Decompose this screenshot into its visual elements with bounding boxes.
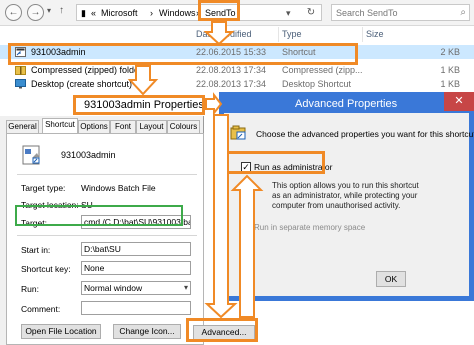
- target-type-label: Target type:: [21, 183, 66, 193]
- tab-general[interactable]: General: [6, 120, 39, 133]
- open-file-location-button[interactable]: Open File Location: [21, 324, 101, 339]
- comment-field[interactable]: [81, 301, 191, 315]
- file-name: Desktop (create shortcut): [31, 79, 133, 89]
- close-button[interactable]: ✕: [444, 92, 474, 111]
- recent-dropdown-icon[interactable]: ▾: [47, 6, 51, 15]
- column-headers: Date modified Type Size: [0, 27, 474, 42]
- properties-title-highlight: [73, 95, 205, 115]
- run-as-admin-note: This option allows you to run this short…: [272, 181, 419, 210]
- advanced-properties-dialog: Advanced Properties ✕ Choose the advance…: [219, 92, 474, 301]
- advanced-description: Choose the advanced properties you want …: [256, 129, 474, 139]
- file-date: 22.08.2013 17:34: [196, 79, 267, 89]
- run-select[interactable]: Normal window: [81, 281, 191, 295]
- comment-label: Comment:: [21, 304, 61, 314]
- separate-memory-label: Run in separate memory space: [254, 223, 366, 232]
- shortcut-properties-icon: [230, 125, 246, 140]
- batch-file-icon: [22, 145, 40, 165]
- tab-font[interactable]: Font: [110, 120, 136, 133]
- ok-button[interactable]: OK: [376, 271, 406, 287]
- back-button[interactable]: ←: [5, 4, 22, 21]
- advanced-title: Advanced Properties: [295, 98, 398, 110]
- address-dropdown-icon[interactable]: ▾: [286, 8, 291, 19]
- search-input[interactable]: Search SendTo: [336, 8, 398, 18]
- advanced-button-highlight: [186, 318, 258, 342]
- column-size[interactable]: Size: [366, 29, 384, 39]
- file-size: 2 KB: [440, 47, 460, 57]
- run-as-admin-highlight: [226, 151, 325, 174]
- tab-options[interactable]: Options: [78, 120, 110, 133]
- column-date[interactable]: Date modified: [196, 29, 252, 39]
- file-size: 1 KB: [440, 65, 460, 75]
- forward-button[interactable]: →: [27, 4, 44, 21]
- target-highlight: [15, 205, 183, 226]
- shortcut-key-label: Shortcut key:: [21, 264, 71, 274]
- file-size: 1 KB: [440, 79, 460, 89]
- tab-layout[interactable]: Layout: [136, 120, 167, 133]
- search-box[interactable]: Search SendTo ⌕: [331, 4, 470, 21]
- separate-memory-checkbox: ✓: [241, 223, 251, 233]
- file-type: Desktop Shortcut: [282, 79, 352, 89]
- breadcrumb-windows[interactable]: Windows: [159, 8, 196, 18]
- desktop-icon: [15, 79, 26, 89]
- sendto-highlight: [198, 0, 240, 21]
- start-in-label: Start in:: [21, 245, 51, 255]
- shortcut-tab-page: 931003admin Target type: Windows Batch F…: [6, 133, 204, 345]
- breadcrumb-microsoft[interactable]: Microsoft: [101, 8, 138, 18]
- file-name: Compressed (zipped) folder: [31, 65, 143, 75]
- refresh-icon[interactable]: ↻: [302, 4, 320, 21]
- properties-tabs: General Shortcut Options Font Layout Col…: [6, 118, 204, 134]
- tab-colours[interactable]: Colours: [167, 120, 200, 133]
- zip-folder-icon: [15, 66, 26, 75]
- folder-icon: ▮: [81, 8, 86, 18]
- start-in-field[interactable]: D:\bat\SU: [81, 242, 191, 256]
- run-label: Run:: [21, 284, 39, 294]
- shortcut-name: 931003admin: [61, 150, 116, 160]
- file-row-highlight: [8, 43, 358, 65]
- breadcrumb-separator: ›: [150, 8, 153, 18]
- tab-shortcut[interactable]: Shortcut: [42, 118, 78, 134]
- up-arrow-icon[interactable]: ↑: [59, 5, 64, 16]
- target-type-value: Windows Batch File: [81, 183, 156, 193]
- change-icon-button[interactable]: Change Icon...: [113, 324, 181, 339]
- column-type[interactable]: Type: [282, 29, 302, 39]
- shortcut-key-field[interactable]: None: [81, 261, 191, 275]
- search-icon[interactable]: ⌕: [460, 7, 466, 18]
- file-row[interactable]: Compressed (zipped) folder 22.08.2013 17…: [0, 63, 474, 77]
- file-row[interactable]: Desktop (create shortcut) 22.08.2013 17:…: [0, 77, 474, 91]
- advanced-body: Choose the advanced properties you want …: [224, 113, 474, 296]
- file-type: Compressed (zipp...: [282, 65, 363, 75]
- breadcrumb-overflow[interactable]: «: [91, 8, 96, 18]
- file-date: 22.08.2013 17:34: [196, 65, 267, 75]
